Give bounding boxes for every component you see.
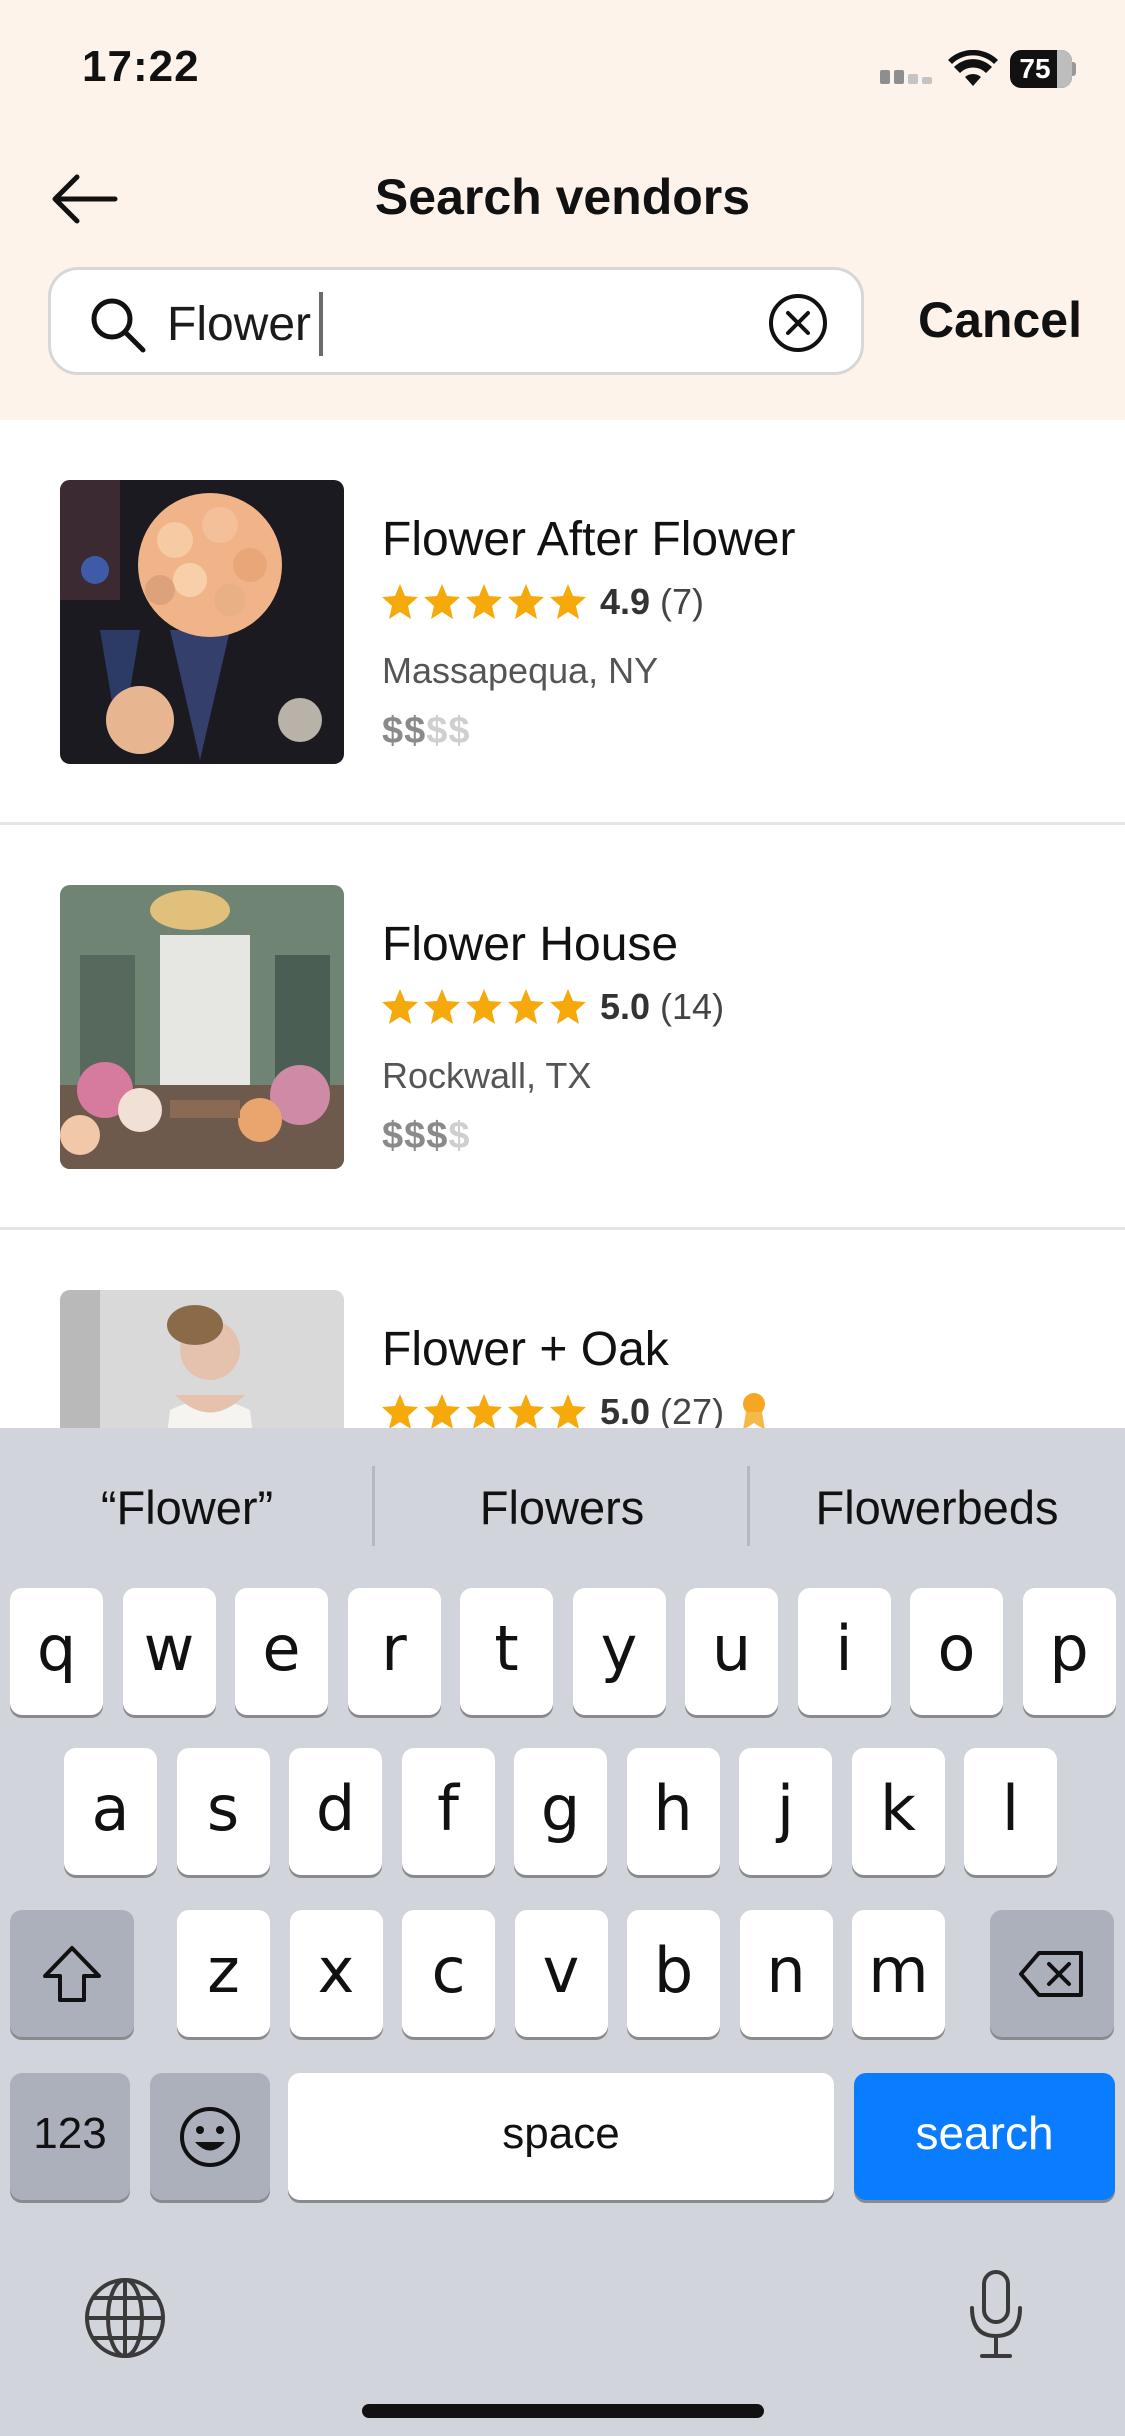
key-e[interactable]: e [235,1588,328,1715]
star-icon [424,989,460,1024]
rating-value: 5.0 [600,986,651,1027]
backspace-key[interactable] [990,1910,1114,2037]
space-key[interactable]: space [288,2073,834,2200]
vendor-result[interactable]: Flower House 5.0 (14) Rockwall, TX $$$$ [0,825,1125,1230]
vendor-photo [60,885,344,1169]
key-h[interactable]: h [626,1748,720,1875]
vendor-name: Flower House [382,918,679,971]
emoji-icon [180,2106,240,2167]
key-p[interactable]: p [1022,1588,1116,1715]
key-r[interactable]: r [347,1588,441,1715]
status-time: 17:22 [82,42,200,91]
vendor-photo [60,480,344,764]
star-icon [550,1394,586,1429]
key-y[interactable]: y [572,1588,666,1715]
key-b[interactable]: b [627,1910,720,2037]
star-rating [380,1392,588,1432]
star-icon [508,1394,544,1429]
star-icon [466,1394,502,1429]
price-inactive: $$ [426,710,471,752]
award-icon [743,1393,766,1430]
vendor-result[interactable]: Flower After Flower 4.9 (7) Massapequa, … [0,420,1125,825]
suggestion-item[interactable]: “Flower” [0,1468,374,1548]
key-a[interactable]: a [64,1748,157,1875]
shift-icon [43,1945,101,2002]
rating-row: 4.9 (7) [380,580,704,624]
suggestion-bar: “Flower” Flowers Flowerbeds [0,1428,1125,1578]
globe-icon[interactable] [82,2275,168,2361]
key-s[interactable]: s [176,1748,270,1875]
key-l[interactable]: l [964,1748,1057,1875]
search-input[interactable] [167,292,787,356]
numbers-key[interactable]: 123 [10,2073,130,2200]
star-icon [424,1394,460,1429]
rating-value: 4.9 [600,581,651,622]
vendor-name: Flower After Flower [382,513,796,566]
key-t[interactable]: t [460,1588,553,1715]
key-z[interactable]: z [177,1910,270,2037]
cancel-button[interactable]: Cancel [890,285,1110,355]
rating-value: 5.0 [600,1391,651,1432]
search-field[interactable] [48,267,864,375]
star-rating [380,582,588,622]
star-rating [380,987,588,1027]
star-icon [550,989,586,1024]
key-d[interactable]: d [289,1748,382,1875]
key-o[interactable]: o [910,1588,1003,1715]
key-x[interactable]: x [289,1910,383,2037]
star-icon [508,989,544,1024]
key-w[interactable]: w [122,1588,216,1715]
vendor-location: Massapequa, NY [382,650,659,691]
key-k[interactable]: k [851,1748,945,1875]
search-key[interactable]: search [854,2073,1115,2200]
keyboard: “Flower” Flowers Flowerbeds qwertyuiopas… [0,1428,1125,2436]
review-count: (7) [660,581,705,622]
key-v[interactable]: v [514,1910,608,2037]
key-g[interactable]: g [514,1748,607,1875]
price-active: $$$ [382,1115,449,1157]
text-caret [319,292,323,356]
price-level: $$$$ [382,710,471,753]
header: 17:22 75 Search vendors Flower Cancel [0,0,1125,420]
vendor-name: Flower + Oak [382,1323,669,1376]
wifi-icon [948,50,998,86]
star-icon [382,584,418,619]
star-icon [382,989,418,1024]
price-inactive: $ [448,1115,471,1157]
vendor-location: Rockwall, TX [382,1055,592,1096]
cellular-signal-icon [880,70,934,84]
rating-row: 5.0 (14) [380,985,724,1029]
star-icon [550,584,586,619]
star-icon [382,1394,418,1429]
microphone-icon[interactable] [966,2268,1026,2360]
backspace-icon [1019,1950,1083,1997]
star-icon [424,584,460,619]
shift-key[interactable] [10,1910,134,2037]
clear-search-icon[interactable] [767,292,829,354]
key-n[interactable]: n [739,1910,833,2037]
battery-icon: 75 [1010,50,1076,88]
star-icon [466,584,502,619]
key-q[interactable]: q [10,1588,103,1715]
price-active: $$ [382,710,427,752]
home-indicator [362,2404,764,2418]
star-icon [466,989,502,1024]
emoji-key[interactable] [150,2073,270,2200]
key-i[interactable]: i [797,1588,891,1715]
key-u[interactable]: u [685,1588,778,1715]
search-icon [91,298,146,353]
suggestion-item[interactable]: Flowerbeds [750,1468,1124,1548]
key-f[interactable]: f [401,1748,495,1875]
review-count: (27) [660,1391,725,1432]
price-level: $$$$ [382,1115,471,1158]
suggestion-item[interactable]: Flowers [375,1468,749,1548]
review-count: (14) [660,986,725,1027]
key-c[interactable]: c [402,1910,495,2037]
key-j[interactable]: j [739,1748,832,1875]
battery-level: 75 [1019,53,1051,84]
star-icon [508,584,544,619]
page-title: Search vendors [374,169,751,225]
key-m[interactable]: m [852,1910,945,2037]
